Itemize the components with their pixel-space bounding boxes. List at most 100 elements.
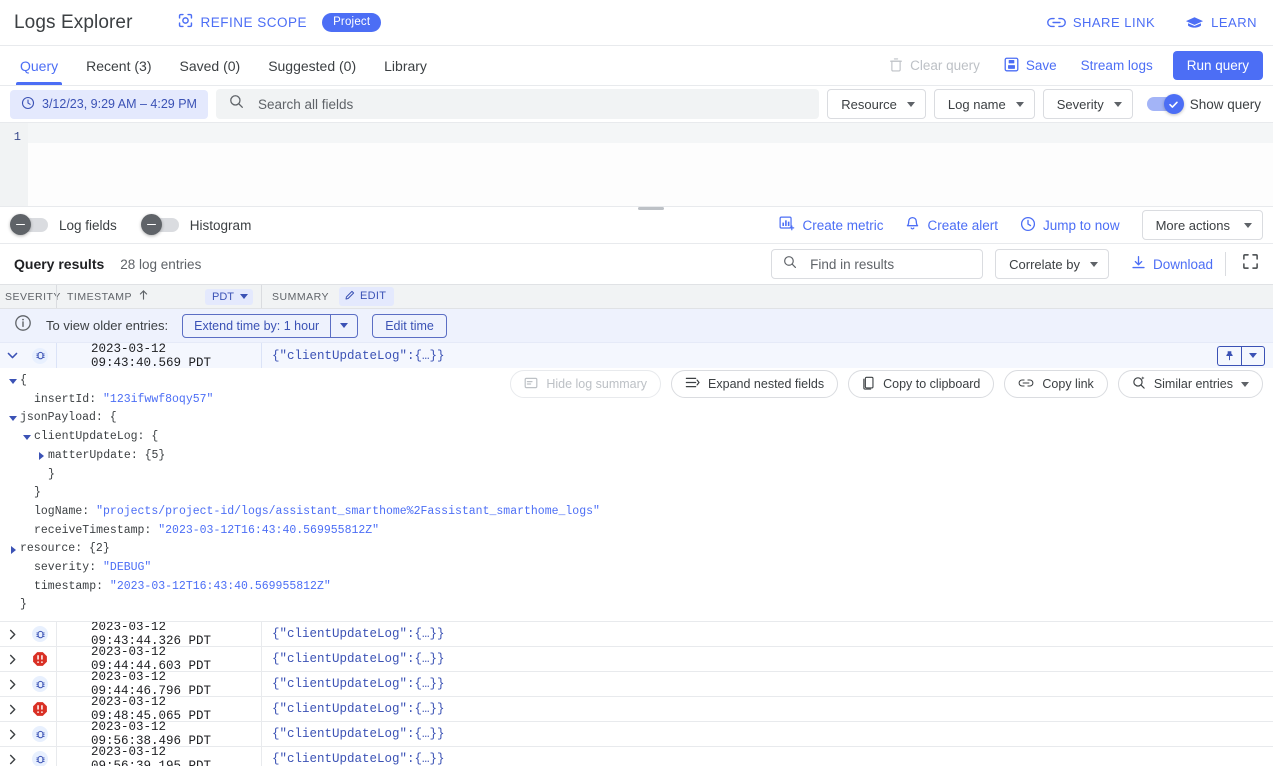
similar-entries-button[interactable]: Similar entries	[1118, 370, 1263, 398]
pin-controls	[1217, 346, 1265, 366]
log-row-expanded[interactable]: 2023-03-12 09:43:40.569 PDT {"clientUpda…	[0, 343, 1273, 368]
severity-filter[interactable]: Severity	[1043, 89, 1133, 119]
clock-icon	[21, 96, 35, 113]
json-line: jsonPayload: {	[6, 409, 1273, 428]
histogram-toggle[interactable]: Histogram	[145, 218, 252, 233]
log-row[interactable]: 2023-03-12 09:43:44.326 PDT{"clientUpdat…	[0, 622, 1273, 647]
log-fields-switch[interactable]	[14, 218, 48, 232]
json-line: }	[6, 466, 1273, 485]
timestamp-cell: 2023-03-12 09:48:45.065 PDT	[56, 697, 261, 721]
copy-to-clipboard-button[interactable]: Copy to clipboard	[848, 370, 994, 398]
search-input[interactable]	[256, 96, 806, 113]
clear-query-button[interactable]: Clear query	[877, 46, 992, 85]
query-editor[interactable]: 1	[0, 122, 1273, 207]
log-row[interactable]: 2023-03-12 09:48:45.065 PDT{"clientUpdat…	[0, 697, 1273, 722]
log-row[interactable]: 2023-03-12 09:56:38.496 PDT{"clientUpdat…	[0, 722, 1273, 747]
refine-scope-icon	[177, 12, 194, 34]
editor-text-area[interactable]	[28, 123, 1273, 206]
download-button[interactable]: Download	[1131, 255, 1213, 273]
search-icon	[229, 94, 244, 114]
collapse-row-button[interactable]	[0, 349, 24, 362]
expand-row-button[interactable]	[0, 628, 24, 641]
refine-scope-label: REFINE SCOPE	[201, 15, 308, 30]
fullscreen-icon	[1242, 253, 1259, 275]
jump-to-now-label: Jump to now	[1043, 218, 1120, 233]
chart-add-icon	[779, 216, 795, 235]
magic-search-icon	[1132, 375, 1146, 393]
expand-nested-fields-button[interactable]: Expand nested fields	[671, 370, 838, 398]
json-line-text: severity: "DEBUG"	[34, 559, 151, 578]
summary-cell: {"clientUpdateLog":{…}}	[261, 747, 1273, 766]
json-line: logName: "projects/project-id/logs/assis…	[6, 503, 1273, 522]
expand-row-button[interactable]	[0, 703, 24, 716]
tab-library[interactable]: Library	[370, 46, 441, 85]
find-in-results[interactable]	[771, 249, 983, 279]
pin-dropdown-button[interactable]	[1241, 346, 1265, 366]
save-query-button[interactable]: Save	[992, 46, 1069, 85]
create-metric-label: Create metric	[802, 218, 883, 233]
chevron-down-icon	[1114, 102, 1122, 107]
show-query-toggle[interactable]: Show query	[1147, 97, 1261, 112]
expand-row-button[interactable]	[0, 728, 24, 741]
more-actions-button[interactable]: More actions	[1142, 210, 1263, 240]
tab-query[interactable]: Query	[6, 46, 72, 85]
severity-cell	[24, 676, 56, 692]
copy-to-clipboard-label: Copy to clipboard	[883, 377, 980, 391]
extend-time-button[interactable]: Extend time by: 1 hour	[182, 314, 358, 338]
edit-summary-fields-button[interactable]: EDIT	[339, 287, 394, 306]
refine-scope-button[interactable]: REFINE SCOPE Project	[177, 12, 382, 34]
pencil-icon	[345, 289, 356, 303]
log-fields-toggle[interactable]: Log fields	[14, 218, 117, 233]
time-range-picker[interactable]: 3/12/23, 9:29 AM – 4:29 PM	[10, 90, 208, 119]
json-line-text: insertId: "123ifwwf8oqy57"	[34, 391, 213, 410]
expand-row-button[interactable]	[0, 653, 24, 666]
create-metric-button[interactable]: Create metric	[779, 216, 883, 235]
find-in-results-input[interactable]	[808, 256, 971, 273]
editor-resize-handle[interactable]	[638, 207, 664, 210]
resource-filter[interactable]: Resource	[827, 89, 926, 119]
share-link-button[interactable]: SHARE LINK	[1047, 15, 1155, 30]
summary-cell: {"clientUpdateLog":{…}}	[261, 697, 1273, 721]
stream-logs-button[interactable]: Stream logs	[1069, 46, 1165, 85]
show-query-switch[interactable]	[1147, 97, 1181, 111]
correlate-by-dropdown[interactable]: Correlate by	[995, 249, 1109, 279]
column-header-timestamp[interactable]: TIMESTAMP PDT	[56, 285, 261, 308]
extend-time-dropdown[interactable]	[330, 315, 357, 337]
search-all-fields[interactable]	[216, 89, 819, 119]
pin-entry-button[interactable]	[1217, 346, 1241, 366]
tab-recent[interactable]: Recent (3)	[72, 46, 165, 85]
jump-to-now-button[interactable]: Jump to now	[1020, 216, 1120, 235]
json-line: matterUpdate: {5}	[6, 447, 1273, 466]
column-header-summary: SUMMARY EDIT	[261, 285, 1273, 308]
timestamp-cell: 2023-03-12 09:43:40.569 PDT	[56, 343, 261, 368]
json-collapse-arrow-icon[interactable]	[6, 379, 20, 384]
expand-row-button[interactable]	[0, 678, 24, 691]
log-row[interactable]: 2023-03-12 09:56:39.195 PDT{"clientUpdat…	[0, 747, 1273, 766]
histogram-switch[interactable]	[145, 218, 179, 232]
info-icon	[14, 314, 32, 337]
copy-link-button[interactable]: Copy link	[1004, 370, 1107, 398]
json-expand-arrow-icon[interactable]	[34, 452, 48, 460]
hide-log-summary-button[interactable]: Hide log summary	[510, 370, 661, 398]
expand-row-button[interactable]	[0, 753, 24, 766]
log-name-filter[interactable]: Log name	[934, 89, 1035, 119]
edit-time-button[interactable]: Edit time	[372, 314, 447, 338]
tab-saved[interactable]: Saved (0)	[165, 46, 254, 85]
fullscreen-button[interactable]	[1238, 249, 1263, 279]
json-collapse-arrow-icon[interactable]	[20, 435, 34, 440]
scope-chip[interactable]: Project	[322, 13, 381, 32]
json-line-text: jsonPayload: {	[20, 409, 117, 428]
json-expand-arrow-icon[interactable]	[6, 546, 20, 554]
run-query-button[interactable]: Run query	[1173, 51, 1263, 80]
column-header-severity[interactable]: SEVERITY	[0, 291, 56, 303]
timestamp-cell: 2023-03-12 09:44:44.603 PDT	[56, 647, 261, 671]
timezone-selector[interactable]: PDT	[205, 289, 253, 305]
tab-suggested[interactable]: Suggested (0)	[254, 46, 370, 85]
expand-nested-fields-label: Expand nested fields	[708, 377, 824, 391]
log-row[interactable]: 2023-03-12 09:44:46.796 PDT{"clientUpdat…	[0, 672, 1273, 697]
json-line-text: }	[34, 484, 41, 503]
log-row[interactable]: 2023-03-12 09:44:44.603 PDT{"clientUpdat…	[0, 647, 1273, 672]
learn-button[interactable]: LEARN	[1185, 15, 1257, 31]
json-collapse-arrow-icon[interactable]	[6, 416, 20, 421]
create-alert-button[interactable]: Create alert	[905, 216, 998, 235]
